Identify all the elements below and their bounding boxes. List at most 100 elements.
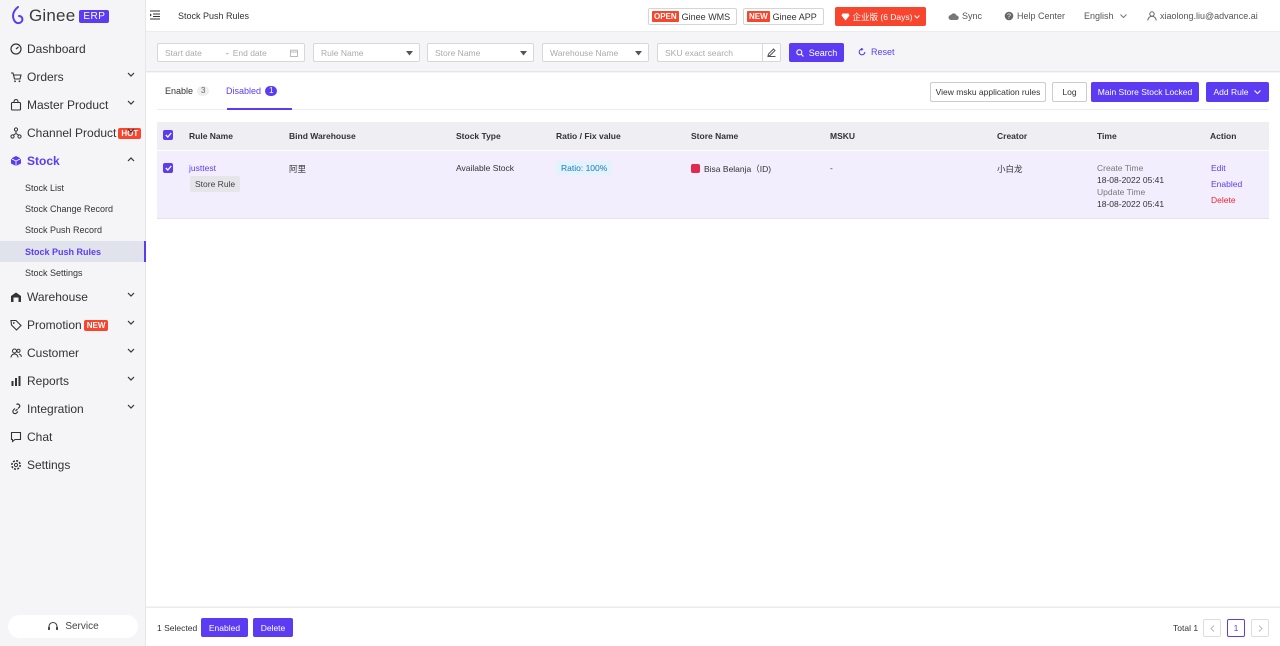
store-name-text: Bisa Belanja（ID) bbox=[704, 164, 772, 174]
service-label: Service bbox=[65, 621, 99, 632]
select-all-checkbox[interactable] bbox=[163, 130, 173, 140]
sidebar-item-customer[interactable]: Customer bbox=[0, 339, 146, 367]
brand-badge: ERP bbox=[79, 9, 110, 23]
ginee-app-button[interactable]: NEW Ginee APP bbox=[743, 8, 824, 25]
sidebar-item-label: Warehouse bbox=[27, 290, 88, 305]
reset-icon bbox=[858, 48, 866, 56]
svg-text:?: ? bbox=[1007, 14, 1011, 21]
sidebar-subitem-stock-change-record[interactable]: Stock Change Record bbox=[0, 198, 146, 219]
sidebar-subitem-stock-settings[interactable]: Stock Settings bbox=[0, 262, 146, 283]
check-icon bbox=[164, 165, 172, 171]
user-icon bbox=[1147, 11, 1157, 21]
stock-submenu: Stock List Stock Change Record Stock Pus… bbox=[0, 175, 146, 283]
status-tabs: Enable 3 Disabled 1 View msku applicatio… bbox=[157, 73, 1269, 110]
sidebar-item-stock[interactable]: Stock bbox=[0, 147, 146, 175]
warehouse-icon bbox=[10, 291, 22, 303]
open-badge: OPEN bbox=[652, 11, 679, 22]
gauge-icon bbox=[10, 43, 22, 55]
sidebar-item-dashboard[interactable]: Dashboard bbox=[0, 35, 146, 63]
stock-type-cell: Available Stock bbox=[456, 163, 514, 173]
chevron-up-icon bbox=[127, 157, 135, 162]
chevron-down-icon bbox=[127, 377, 135, 382]
sidebar-item-warehouse[interactable]: Warehouse bbox=[0, 283, 146, 311]
sku-search-input[interactable]: SKU exact search bbox=[657, 43, 781, 62]
reset-button[interactable]: Reset bbox=[858, 47, 895, 57]
sync-link[interactable]: Sync bbox=[948, 11, 982, 21]
create-time-label: Create Time bbox=[1097, 163, 1144, 173]
help-center-link[interactable]: ? Help Center bbox=[1004, 11, 1065, 21]
sidebar-item-promotion[interactable]: Promotion NEW bbox=[0, 311, 146, 339]
enabled-link[interactable]: Enabled bbox=[1211, 179, 1242, 189]
open-wms-button[interactable]: OPEN Ginee WMS bbox=[648, 8, 738, 25]
bag-icon bbox=[10, 99, 22, 111]
tab-count: 1 bbox=[265, 86, 278, 96]
sidebar-subitem-stock-list[interactable]: Stock List bbox=[0, 177, 146, 198]
gear-icon bbox=[10, 459, 22, 471]
tab-disabled[interactable]: Disabled 1 bbox=[226, 86, 278, 96]
sidebar-subitem-stock-push-record[interactable]: Stock Push Record bbox=[0, 220, 146, 241]
sidebar-item-chat[interactable]: Chat bbox=[0, 423, 146, 451]
sidebar-item-reports[interactable]: Reports bbox=[0, 367, 146, 395]
warehouse-name-select[interactable]: Warehouse Name bbox=[542, 43, 649, 62]
page-number-button[interactable]: 1 bbox=[1227, 619, 1245, 637]
edit-sku-button[interactable] bbox=[762, 44, 780, 61]
sidebar-item-label: Promotion bbox=[27, 318, 82, 333]
sidebar-item-channel-product[interactable]: Channel Product HOT bbox=[0, 119, 146, 147]
bind-warehouse-cell: 阿里 bbox=[289, 164, 307, 174]
update-time-value: 18-08-2022 05:41 bbox=[1097, 199, 1165, 209]
service-button[interactable]: Service bbox=[8, 615, 138, 638]
column-header: Time bbox=[1097, 131, 1117, 141]
sidebar-item-orders[interactable]: Orders bbox=[0, 63, 146, 91]
chevron-down-icon bbox=[914, 14, 921, 19]
bulk-action-footer: 1 Selected Enabled Delete Total 1 1 bbox=[146, 607, 1280, 646]
sidebar-item-integration[interactable]: Integration bbox=[0, 395, 146, 423]
column-header: MSKU bbox=[830, 131, 856, 141]
brand-logo[interactable]: Ginee ERP bbox=[0, 0, 145, 32]
language-select[interactable]: English bbox=[1084, 11, 1130, 21]
start-date-input[interactable]: Start date bbox=[165, 48, 202, 58]
plan-button[interactable]: 企业版 (6 Days) bbox=[835, 7, 926, 26]
sidebar-item-settings[interactable]: Settings bbox=[0, 451, 146, 479]
rule-type-tag: Store Rule bbox=[190, 176, 241, 192]
chevron-left-icon bbox=[1209, 624, 1214, 632]
log-button[interactable]: Log bbox=[1052, 82, 1087, 102]
rule-name-select[interactable]: Rule Name bbox=[313, 43, 420, 62]
rule-name-link[interactable]: justtest bbox=[189, 163, 216, 173]
chevron-down-icon bbox=[127, 100, 135, 105]
sidebar-item-label: Orders bbox=[27, 70, 64, 84]
cloud-sync-icon bbox=[948, 12, 959, 20]
active-tab-indicator bbox=[227, 108, 292, 110]
view-msku-rules-button[interactable]: View msku application rules bbox=[930, 82, 1046, 102]
tab-enable[interactable]: Enable 3 bbox=[165, 86, 210, 96]
prev-page-button[interactable] bbox=[1203, 619, 1221, 637]
pencil-icon bbox=[767, 48, 776, 57]
edit-link[interactable]: Edit bbox=[1211, 163, 1226, 173]
sidebar-item-master-product[interactable]: Master Product bbox=[0, 91, 146, 119]
add-rule-button[interactable]: Add Rule bbox=[1206, 82, 1269, 102]
delete-link[interactable]: Delete bbox=[1211, 195, 1236, 205]
date-range-picker[interactable]: Start date - End date bbox=[157, 43, 305, 62]
bulk-delete-button[interactable]: Delete bbox=[253, 618, 293, 637]
sidebar-subitem-stock-push-rules[interactable]: Stock Push Rules bbox=[0, 240, 146, 263]
sync-label: Sync bbox=[962, 11, 983, 21]
bulk-enabled-button[interactable]: Enabled bbox=[201, 618, 248, 637]
caret-down-icon bbox=[406, 51, 413, 56]
next-page-button[interactable] bbox=[1251, 619, 1269, 637]
row-checkbox[interactable] bbox=[163, 163, 173, 173]
sidebar: Ginee ERP Dashboard Orders Master Produc… bbox=[0, 0, 146, 646]
link-icon bbox=[10, 403, 22, 415]
end-date-input[interactable]: End date bbox=[233, 48, 267, 58]
sidebar-nav: Dashboard Orders Master Product Channel … bbox=[0, 35, 146, 479]
store-name-select[interactable]: Store Name bbox=[427, 43, 534, 62]
menu-toggle-icon[interactable] bbox=[150, 10, 160, 20]
column-header: Creator bbox=[997, 131, 1028, 141]
sidebar-item-label: Stock bbox=[27, 154, 60, 168]
headset-icon bbox=[48, 621, 59, 630]
main-store-stock-locked-button[interactable]: Main Store Stock Locked bbox=[1091, 82, 1199, 102]
user-menu[interactable]: xiaolong.liu@advance.ai bbox=[1147, 11, 1258, 21]
sidebar-item-label: Master Product bbox=[27, 98, 109, 112]
tab-count: 3 bbox=[197, 86, 210, 96]
search-button[interactable]: Search bbox=[789, 43, 844, 62]
ginee-logo-icon bbox=[12, 6, 24, 25]
chevron-down-icon bbox=[127, 72, 135, 77]
